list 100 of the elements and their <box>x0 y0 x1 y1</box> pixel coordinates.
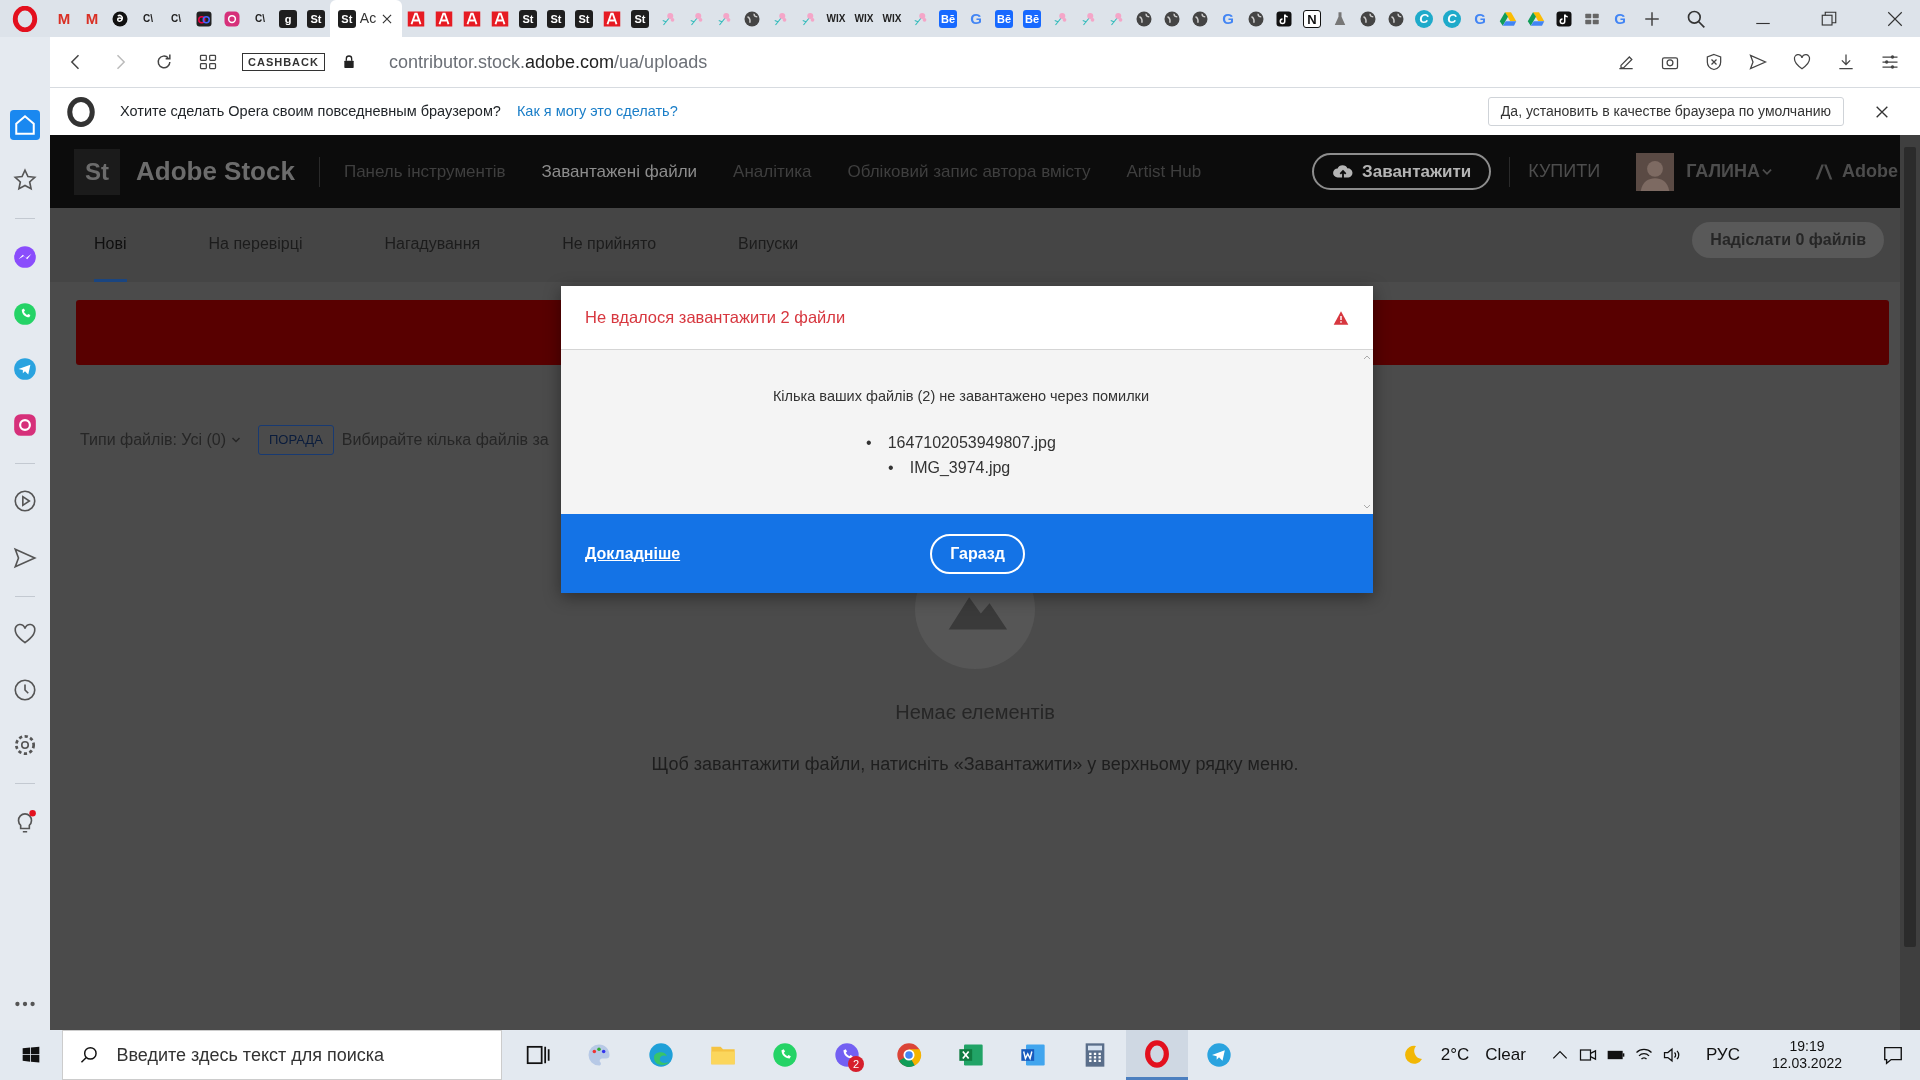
browser-tab[interactable]: St <box>570 0 598 37</box>
favicon: G <box>969 9 983 28</box>
heart-icon[interactable] <box>1792 52 1812 72</box>
details-link[interactable]: Докладніше <box>585 541 681 566</box>
star-icon[interactable] <box>12 167 38 193</box>
letter-a-icon <box>407 9 425 28</box>
letter-a-icon <box>435 9 453 28</box>
favicon: WIX <box>854 11 874 26</box>
browser-tab[interactable]: C <box>1438 0 1466 37</box>
search-icon <box>79 1045 99 1065</box>
favicon: St <box>575 9 593 28</box>
nav-link[interactable]: Завантажені файли <box>541 158 698 185</box>
logo-icon[interactable]: St <box>74 148 120 195</box>
start-icon[interactable] <box>21 1045 41 1065</box>
favicon: C\ <box>255 11 265 26</box>
shield-icon[interactable] <box>1704 52 1724 72</box>
taskbar-app[interactable]: 2 <box>816 1030 878 1080</box>
browser-tab[interactable]: g <box>274 0 302 37</box>
close-icon[interactable] <box>1886 9 1904 28</box>
camera-icon[interactable] <box>12 412 38 438</box>
browser-tab[interactable]: St <box>626 0 654 37</box>
clock-time[interactable]: 19:19 <box>1771 1037 1842 1055</box>
browser-tab[interactable]: N <box>1298 0 1326 37</box>
page-scrollbar[interactable] <box>1900 135 1920 1030</box>
clock-date[interactable]: 12.03.2022 <box>1771 1055 1842 1073</box>
browser-tab[interactable]: St <box>514 0 542 37</box>
browser-tab[interactable]: M <box>50 0 78 37</box>
browser-tab[interactable]: C <box>1410 0 1438 37</box>
browser-tab[interactable]: G <box>1466 0 1494 37</box>
browser-tab[interactable]: Bē <box>1018 0 1046 37</box>
browser-tab[interactable]: Bē <box>990 0 1018 37</box>
browser-tab[interactable]: M <box>78 0 106 37</box>
ok-button[interactable]: Гаразд <box>930 533 1025 574</box>
browser-tab[interactable]: WIX <box>822 0 850 37</box>
notifications-icon[interactable] <box>1882 1044 1904 1066</box>
send-icon[interactable] <box>1748 52 1768 72</box>
browser-tab[interactable]: C\ <box>134 0 162 37</box>
cloud-rings-icon <box>195 9 213 28</box>
language-indicator[interactable]: РУС <box>1705 1042 1740 1068</box>
favicon: Bē <box>939 9 957 28</box>
favicon: Bē <box>995 9 1013 28</box>
browser-tab[interactable]: WIX <box>850 0 878 37</box>
favicon: WIX <box>882 11 902 26</box>
tip-badge: ПОРАДА <box>258 425 334 455</box>
cashback-badge[interactable]: CASHBACK <box>242 52 325 72</box>
avatar-icon[interactable] <box>1636 152 1675 191</box>
send-icon[interactable] <box>12 545 38 571</box>
messenger-icon[interactable] <box>12 244 38 270</box>
upload-cloud-icon <box>1332 162 1355 181</box>
browser-tab[interactable]: C\ <box>162 0 190 37</box>
upload-button[interactable]: Завантажити <box>1312 152 1492 191</box>
note-icon <box>1555 9 1573 28</box>
globe-icon <box>1387 9 1405 28</box>
dialog-title: Не вдалося завантажити 2 файли <box>585 307 846 329</box>
list-bullet: • <box>888 458 894 479</box>
download-icon[interactable] <box>1836 52 1856 72</box>
favicon: St <box>547 9 565 28</box>
warning-icon <box>1333 309 1349 326</box>
weather-text[interactable]: Clear <box>1485 1042 1526 1068</box>
plus-icon[interactable] <box>1643 9 1661 28</box>
brand-name[interactable]: Adobe Stock <box>136 152 295 191</box>
telegram-icon[interactable] <box>12 356 38 382</box>
grid-icon[interactable] <box>198 52 218 72</box>
speaker-icon[interactable] <box>1661 1045 1682 1065</box>
globe-icon <box>1247 9 1265 28</box>
temperature[interactable]: 2°C <box>1440 1042 1470 1068</box>
sliders-icon[interactable] <box>1880 52 1900 72</box>
settings-icon[interactable] <box>12 732 38 758</box>
browser-tab[interactable]: G <box>1214 0 1242 37</box>
favicon: St <box>631 9 649 28</box>
browser-tab[interactable]: G <box>1606 0 1634 37</box>
search-icon[interactable] <box>1686 8 1706 29</box>
home-icon[interactable] <box>10 110 40 140</box>
camera-icon <box>223 9 241 28</box>
list-bullet: • <box>866 432 872 453</box>
favicon: G <box>1221 9 1235 28</box>
clock-icon[interactable] <box>12 677 38 703</box>
browser-tab[interactable]: St <box>542 0 570 37</box>
browser-tab[interactable]: Bē <box>934 0 962 37</box>
favicon: C\ <box>171 11 181 26</box>
set-default-button[interactable]: Да, установить в качестве браузера по умолчанию <box>1487 97 1844 126</box>
triangle-icon <box>1499 9 1517 28</box>
url-text[interactable]: contributor.stock.adobe.com/ua/uploads <box>388 48 708 76</box>
favicon: G <box>1613 9 1627 28</box>
play-icon[interactable] <box>12 488 38 514</box>
help-link[interactable]: Как я могу это сделать? <box>516 100 678 123</box>
search-box[interactable]: Введите здесь текст для поиска <box>62 1030 502 1080</box>
telegram-icon <box>1205 1041 1233 1069</box>
restore-icon[interactable] <box>1820 9 1838 28</box>
globe-icon <box>1191 9 1209 28</box>
search-field[interactable]: Введите здесь текст для поиска <box>114 1040 485 1070</box>
browser-tab[interactable]: WIX <box>878 0 906 37</box>
opera-logo-icon[interactable] <box>12 5 38 32</box>
browser-tab[interactable]: St <box>302 0 330 37</box>
browser-tab[interactable]: C\ <box>246 0 274 37</box>
favicon: WIX <box>826 11 846 26</box>
letter-a-icon <box>603 9 621 28</box>
favicon: St <box>519 9 537 28</box>
browser-tab[interactable]: G <box>962 0 990 37</box>
browser-tab[interactable]: St Ac <box>330 0 402 37</box>
